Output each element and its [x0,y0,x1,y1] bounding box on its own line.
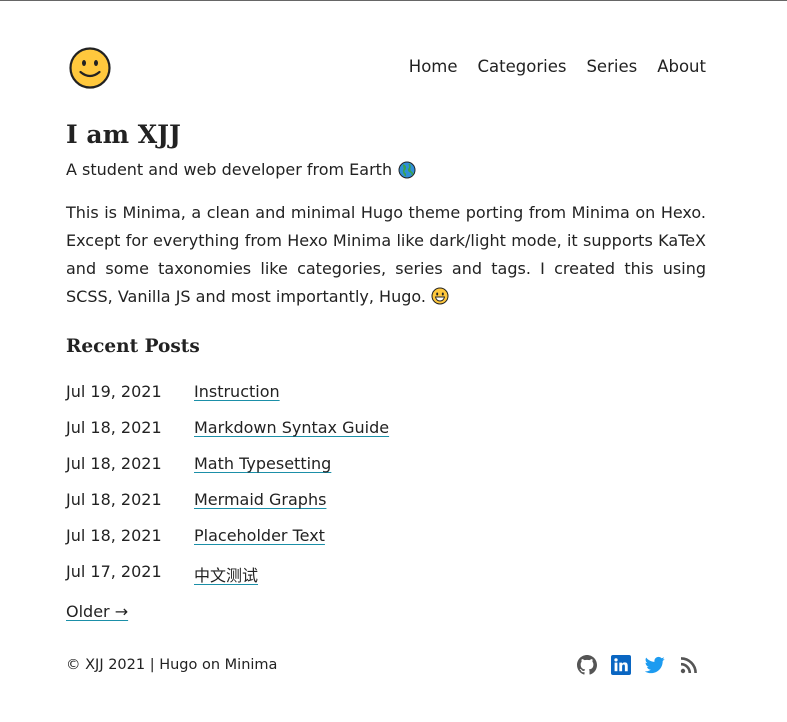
social-links [577,655,699,675]
page: Home Categories Series About I am XJJ A … [0,1,787,722]
list-item: Jul 19, 2021 Instruction [66,382,389,418]
post-date: Jul 18, 2021 [66,490,162,509]
footer-copyright: © XJJ 2021 | Hugo on Minima [66,657,278,673]
post-link[interactable]: Math Typesetting [194,454,331,473]
list-item: Jul 18, 2021 Placeholder Text [66,526,389,562]
nav-about[interactable]: About [657,57,706,76]
post-date: Jul 18, 2021 [66,454,162,473]
nav-series[interactable]: Series [586,57,637,76]
intro-text: This is Minima, a clean and minimal Hugo… [66,203,706,306]
post-link[interactable]: Mermaid Graphs [194,490,326,509]
post-link[interactable]: Markdown Syntax Guide [194,418,389,437]
recent-posts-heading: Recent Posts [66,336,200,357]
post-link[interactable]: Placeholder Text [194,526,325,545]
recent-posts-list: Jul 19, 2021 Instruction Jul 18, 2021 Ma… [66,382,389,598]
page-title: I am XJJ [66,120,181,149]
post-link[interactable]: Instruction [194,382,280,401]
post-date: Jul 18, 2021 [66,418,162,437]
post-date: Jul 17, 2021 [66,562,162,581]
list-item: Jul 18, 2021 Math Typesetting [66,454,389,490]
github-icon[interactable] [577,655,597,675]
subtitle: A student and web developer from Earth [66,160,416,179]
post-link[interactable]: 中文测试 [194,562,258,586]
twitter-icon[interactable] [644,655,665,675]
list-item: Jul 17, 2021 中文测试 [66,562,389,598]
linkedin-icon[interactable] [611,655,631,675]
nav-home[interactable]: Home [409,57,458,76]
post-date: Jul 19, 2021 [66,382,162,401]
globe-icon [398,161,416,178]
nav-categories[interactable]: Categories [478,57,567,76]
list-item: Jul 18, 2021 Markdown Syntax Guide [66,418,389,454]
post-date: Jul 18, 2021 [66,526,162,545]
rss-icon[interactable] [679,655,699,675]
main-nav: Home Categories Series About [409,57,706,76]
grinning-face-icon [431,287,449,305]
smiley-face-icon[interactable] [68,46,112,90]
intro-paragraph: This is Minima, a clean and minimal Hugo… [66,199,706,311]
older-posts-link[interactable]: Older → [66,602,128,621]
list-item: Jul 18, 2021 Mermaid Graphs [66,490,389,526]
subtitle-text: A student and web developer from Earth [66,160,393,179]
